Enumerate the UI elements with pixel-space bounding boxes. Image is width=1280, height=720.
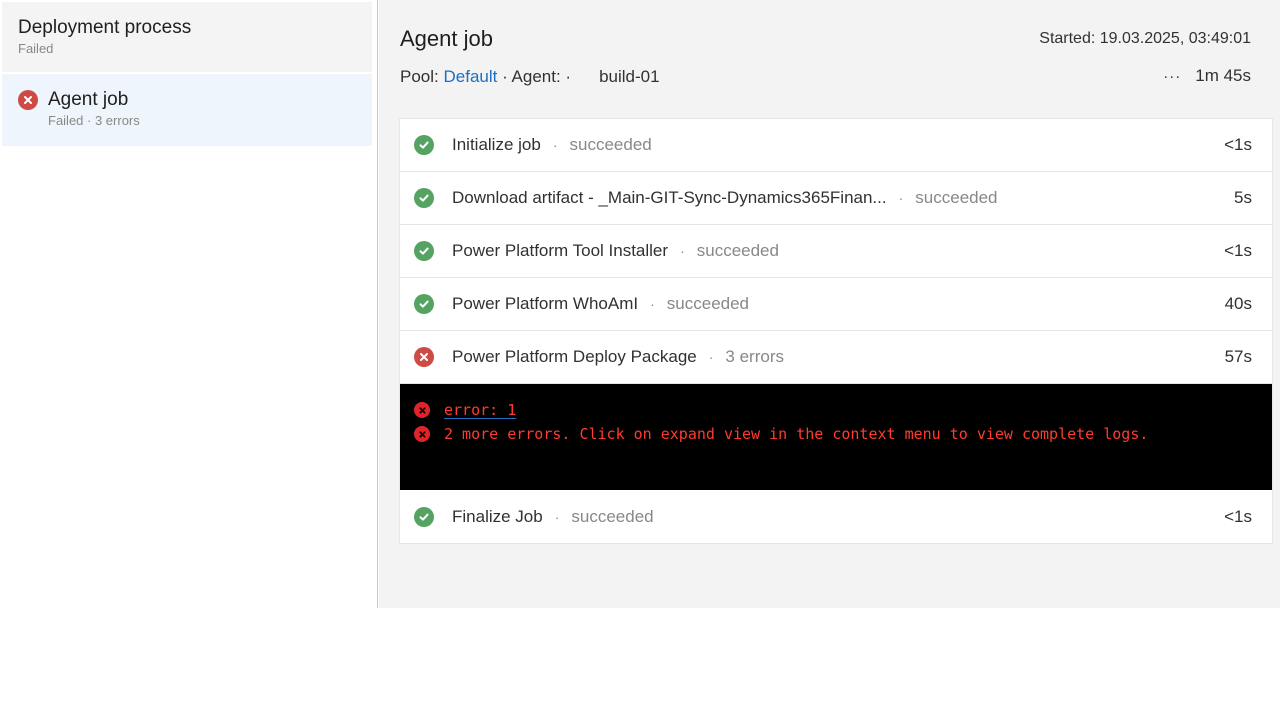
step-row-whoami[interactable]: Power Platform WhoAmI · succeeded 40s: [400, 278, 1272, 331]
step-name: Finalize Job: [452, 506, 543, 526]
page-title: Agent job: [400, 26, 493, 51]
console-line: error: 1: [414, 398, 1272, 422]
error-icon: [414, 347, 434, 367]
sidebar-item-subtitle: Failed · 3 errors: [48, 113, 140, 128]
success-check-icon: [414, 294, 434, 314]
step-status: succeeded: [915, 188, 998, 207]
step-row-deploy-package[interactable]: Power Platform Deploy Package · 3 errors…: [400, 331, 1272, 384]
step-name: Initialize job: [452, 135, 541, 154]
deployment-process-status: Failed: [18, 41, 54, 56]
pool-link[interactable]: Default: [443, 67, 497, 86]
steps-list: Initialize job · succeeded <1s Download …: [400, 119, 1272, 543]
deployment-process-title: Deployment process: [18, 17, 192, 38]
job-details-panel: Agent job Started: 19.03.2025, 03:49:01 …: [379, 0, 1280, 608]
step-duration: 57s: [1224, 347, 1252, 366]
error-icon: [414, 402, 430, 418]
step-duration: <1s: [1224, 135, 1252, 154]
success-check-icon: [414, 188, 434, 208]
step-duration: <1s: [1224, 506, 1252, 526]
pool-agent-line: Pool: Default · Agent: · build-01: [400, 67, 660, 87]
error-icon: [18, 90, 38, 110]
sidebar: Deployment process Failed Agent job Fail…: [0, 0, 378, 608]
success-check-icon: [414, 241, 434, 261]
step-row-download-artifact[interactable]: Download artifact - _Main-GIT-Sync-Dynam…: [400, 172, 1272, 225]
console-line: 2 more errors. Click on expand view in t…: [414, 422, 1272, 446]
agent-name: build-01: [599, 67, 660, 86]
step-row-initialize-job[interactable]: Initialize job · succeeded <1s: [400, 119, 1272, 172]
step-name: Power Platform WhoAmI: [452, 294, 639, 313]
step-status: succeeded: [696, 241, 779, 260]
error-icon: [414, 426, 430, 442]
step-status: 3 errors: [725, 347, 784, 366]
step-name: Power Platform Deploy Package: [452, 347, 697, 366]
sidebar-item-agent-job[interactable]: Agent job Failed · 3 errors: [2, 74, 372, 146]
started-timestamp: Started: 19.03.2025, 03:49:01: [1039, 30, 1251, 47]
step-duration: 40s: [1224, 294, 1252, 313]
console-message: 2 more errors. Click on expand view in t…: [444, 425, 1149, 443]
step-name: Power Platform Tool Installer: [452, 241, 669, 260]
job-duration: 1m 45s: [1195, 66, 1251, 85]
step-row-tool-installer[interactable]: Power Platform Tool Installer · succeede…: [400, 225, 1272, 278]
error-link[interactable]: error: 1: [444, 401, 516, 419]
step-name: Download artifact - _Main-GIT-Sync-Dynam…: [452, 188, 887, 207]
more-actions-button[interactable]: ···: [1163, 68, 1181, 85]
success-check-icon: [414, 506, 434, 527]
job-meta: ··· 1m 45s: [1163, 66, 1251, 86]
deployment-process-header[interactable]: Deployment process Failed: [2, 2, 372, 72]
step-duration: 5s: [1234, 188, 1252, 207]
pool-label: Pool:: [400, 67, 439, 86]
step-duration: <1s: [1224, 241, 1252, 260]
step-status: succeeded: [569, 135, 652, 154]
success-check-icon: [414, 135, 434, 155]
step-status: succeeded: [571, 506, 654, 526]
step-status: succeeded: [666, 294, 750, 313]
agent-label: · Agent: ·: [502, 67, 572, 86]
error-console: error: 1 2 more errors. Click on expand …: [400, 384, 1272, 490]
step-row-finalize-job[interactable]: Finalize Job · succeeded <1s: [400, 490, 1272, 543]
release-log-view: Deployment process Failed Agent job Fail…: [0, 0, 1280, 608]
sidebar-item-title: Agent job: [48, 89, 129, 110]
